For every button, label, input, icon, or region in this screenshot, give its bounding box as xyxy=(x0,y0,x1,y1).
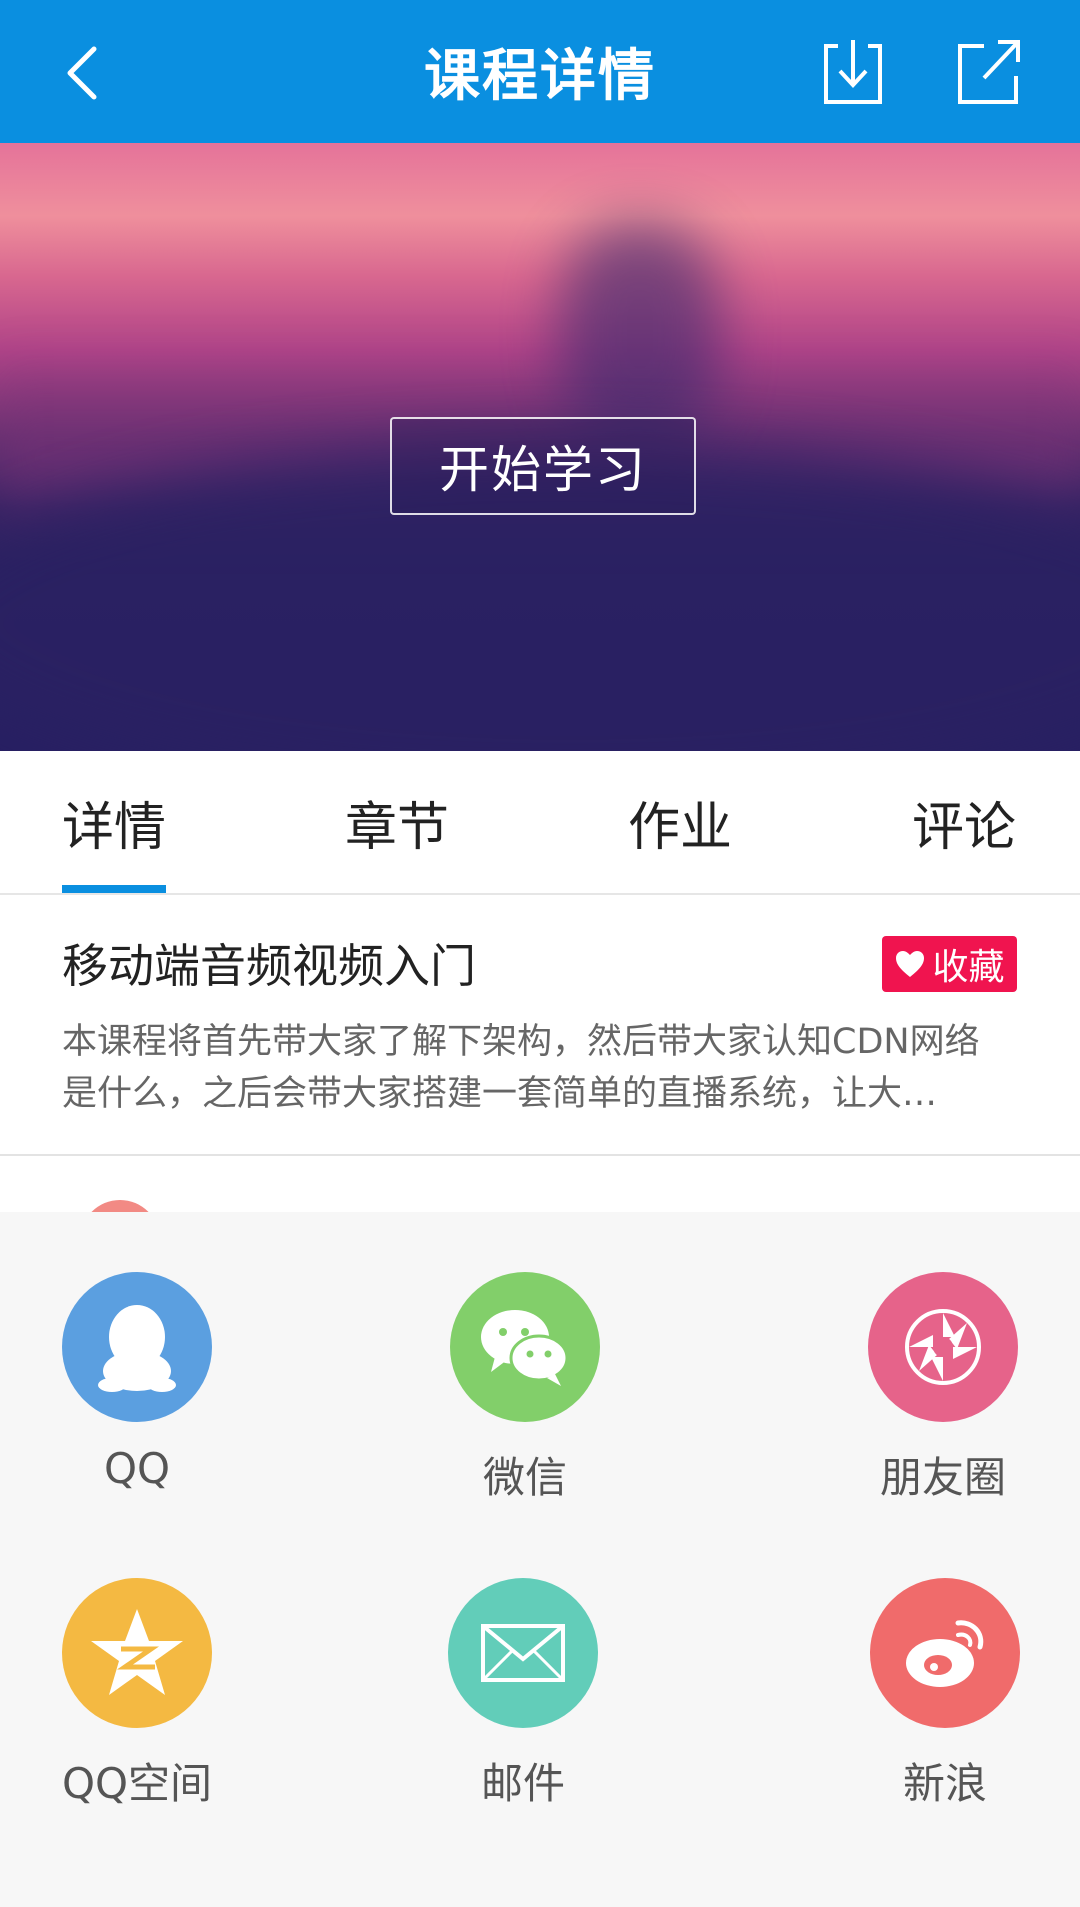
share-label: 邮件 xyxy=(480,1759,565,1808)
course-description: 本课程将首先带大家了解下架构，然后带大家认知CDN网络是什么，之后会带大家搭建一… xyxy=(62,1022,980,1114)
course-cover: 开始学习 xyxy=(0,143,1080,751)
download-icon xyxy=(824,40,882,104)
course-title: 移动端音频视频入门 xyxy=(62,939,476,993)
tab-comments[interactable]: 评论 xyxy=(912,751,1016,893)
share-label: 新浪 xyxy=(902,1759,987,1808)
divider xyxy=(0,1154,1080,1156)
download-button[interactable] xyxy=(818,36,888,108)
share-label: QQ xyxy=(103,1444,171,1493)
weibo-icon xyxy=(870,1578,1020,1728)
mail-icon xyxy=(448,1578,598,1728)
share-label: QQ空间 xyxy=(61,1759,213,1808)
tab-label: 作业 xyxy=(628,797,733,858)
tab-homework[interactable]: 作业 xyxy=(628,751,732,893)
tab-bar: 详情 章节 作业 评论 xyxy=(0,751,1080,895)
share-button[interactable] xyxy=(954,36,1024,108)
share-moments[interactable]: 朋友圈 xyxy=(843,1272,1043,1505)
qq-icon xyxy=(62,1272,212,1422)
share-icon xyxy=(958,40,1020,104)
moments-icon xyxy=(868,1272,1018,1422)
heart-icon xyxy=(896,951,925,977)
tab-label: 评论 xyxy=(912,797,1017,858)
share-mail[interactable]: 邮件 xyxy=(423,1578,623,1811)
favorite-button[interactable]: 收藏 xyxy=(882,936,1017,992)
tab-details[interactable]: 详情 xyxy=(62,751,167,893)
active-tab-indicator xyxy=(62,885,167,893)
share-label: 微信 xyxy=(482,1453,567,1502)
tab-label: 章节 xyxy=(345,797,450,858)
share-sheet: QQ 微信 朋友圈 QQ空间 邮件 新浪 xyxy=(0,1212,1080,1907)
share-label: 朋友圈 xyxy=(879,1453,1006,1502)
wechat-icon xyxy=(450,1272,600,1422)
start-learning-button[interactable]: 开始学习 xyxy=(390,417,696,515)
share-qzone[interactable]: QQ空间 xyxy=(37,1578,237,1811)
share-weibo[interactable]: 新浪 xyxy=(845,1578,1045,1811)
favorite-label: 收藏 xyxy=(932,947,1005,988)
cover-decoration xyxy=(560,223,720,443)
top-bar: 课程详情 xyxy=(0,0,1080,143)
chevron-left-icon xyxy=(67,46,97,99)
share-wechat[interactable]: 微信 xyxy=(425,1272,625,1505)
qzone-icon xyxy=(62,1578,212,1728)
share-qq[interactable]: QQ xyxy=(37,1272,237,1493)
back-button[interactable] xyxy=(52,40,112,105)
page-title: 课程详情 xyxy=(424,44,656,109)
tab-label: 详情 xyxy=(62,797,167,858)
tab-chapters[interactable]: 章节 xyxy=(345,751,449,893)
